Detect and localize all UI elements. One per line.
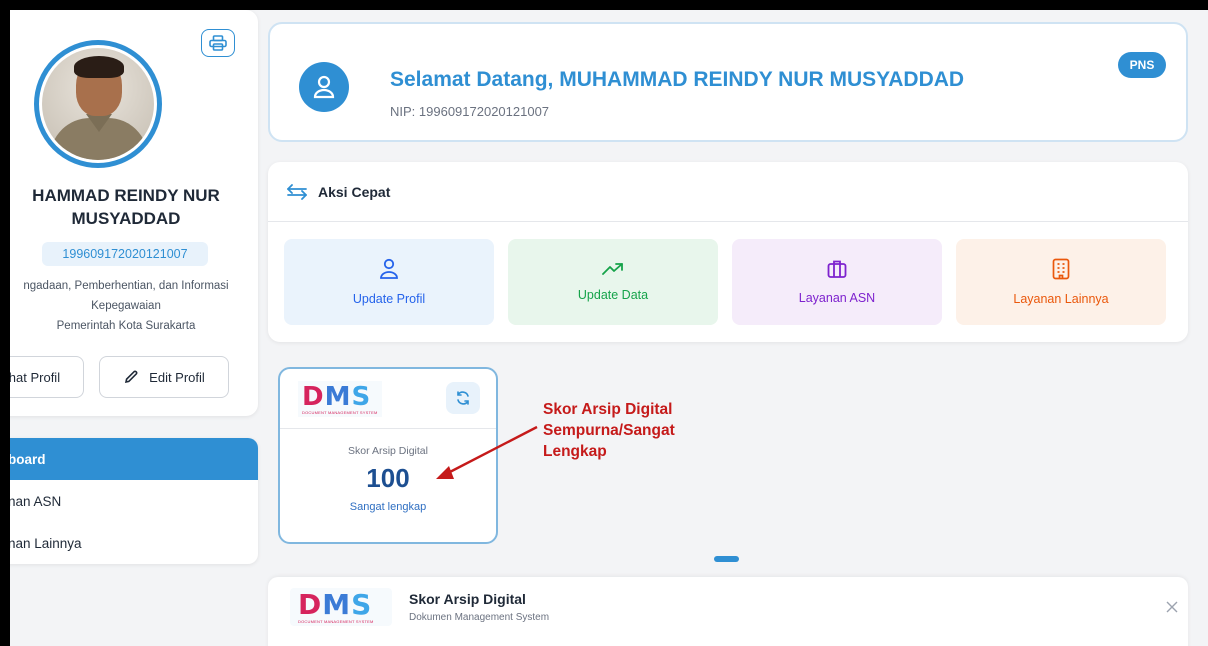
sidebar-item-dashboard[interactable]: board (10, 438, 258, 480)
refresh-button[interactable] (446, 382, 480, 414)
building-icon (1052, 258, 1070, 280)
print-button[interactable] (201, 29, 235, 57)
avatar (34, 40, 162, 168)
profile-name: HAMMAD REINDY NUR MUSYADDAD (32, 186, 220, 228)
dms-modal: DMS DOCUMENT MANAGEMENT SYSTEM Skor Arsi… (268, 577, 1188, 646)
welcome-card: Selamat Datang, MUHAMMAD REINDY NUR MUSY… (268, 22, 1188, 142)
update-data-tile[interactable]: Update Data (508, 239, 718, 325)
pencil-icon (125, 370, 138, 384)
view-profile-button[interactable]: ihat Profil (10, 356, 84, 398)
printer-icon (209, 35, 227, 51)
status-badge: PNS (1118, 52, 1166, 78)
profile-nip-badge: 199609172020121007 (42, 242, 208, 266)
close-icon (1166, 601, 1178, 613)
modal-subtitle: Dokumen Management System (409, 612, 550, 623)
quick-actions-card: Aksi Cepat Update Profil Update Data Lay… (268, 162, 1188, 342)
arrows-swap-icon (287, 183, 307, 200)
modal-title: Skor Arsip Digital (409, 591, 526, 607)
welcome-title: Selamat Datang, MUHAMMAD REINDY NUR MUSY… (390, 68, 965, 91)
edit-profile-button[interactable]: Edit Profil (99, 356, 229, 398)
sidebar-item-layanan-lainnya[interactable]: nan Lainnya (10, 522, 258, 564)
dms-score-card: DMS DOCUMENT MANAGEMENT SYSTEM Skor Arsi… (278, 367, 498, 544)
trending-up-icon (602, 263, 623, 275)
quick-actions-header: Aksi Cepat (268, 162, 1188, 222)
annotation-callout: Skor Arsip Digital Sempurna/Sangat Lengk… (543, 401, 675, 460)
dms-card-header: DMS DOCUMENT MANAGEMENT SYSTEM (280, 369, 496, 429)
profile-unit: ngadaan, Pemberhentian, dan Informasi Ke… (23, 280, 229, 332)
user-icon (380, 258, 398, 279)
quick-action-tiles: Update Profil Update Data Layanan ASN La… (284, 239, 1172, 325)
user-icon (299, 62, 349, 112)
dms-logo: DMS DOCUMENT MANAGEMENT SYSTEM (290, 588, 392, 626)
app-viewport: HAMMAD REINDY NUR MUSYADDAD 199609172020… (10, 10, 1208, 646)
layanan-lainnya-tile[interactable]: Layanan Lainnya (956, 239, 1166, 325)
dms-score-value: 100 (366, 463, 410, 493)
profile-photo (42, 48, 154, 160)
close-button[interactable] (1162, 597, 1182, 617)
dms-score-status: Sangat lengkap (349, 501, 427, 513)
sidebar-nav: board nan ASN nan Lainnya (10, 438, 258, 564)
dms-logo: DMS DOCUMENT MANAGEMENT SYSTEM (298, 381, 382, 417)
welcome-nip: NIP: 199609172020121007 (390, 104, 550, 119)
dms-score-label: Skor Arsip Digital (348, 445, 428, 457)
carousel-indicator[interactable] (714, 556, 739, 562)
layanan-asn-tile[interactable]: Layanan ASN (732, 239, 942, 325)
sidebar-item-layanan-asn[interactable]: nan ASN (10, 480, 258, 522)
update-profile-tile[interactable]: Update Profil (284, 239, 494, 325)
refresh-icon (457, 391, 469, 405)
briefcase-icon (827, 260, 847, 278)
profile-card: HAMMAD REINDY NUR MUSYADDAD 199609172020… (10, 10, 258, 416)
